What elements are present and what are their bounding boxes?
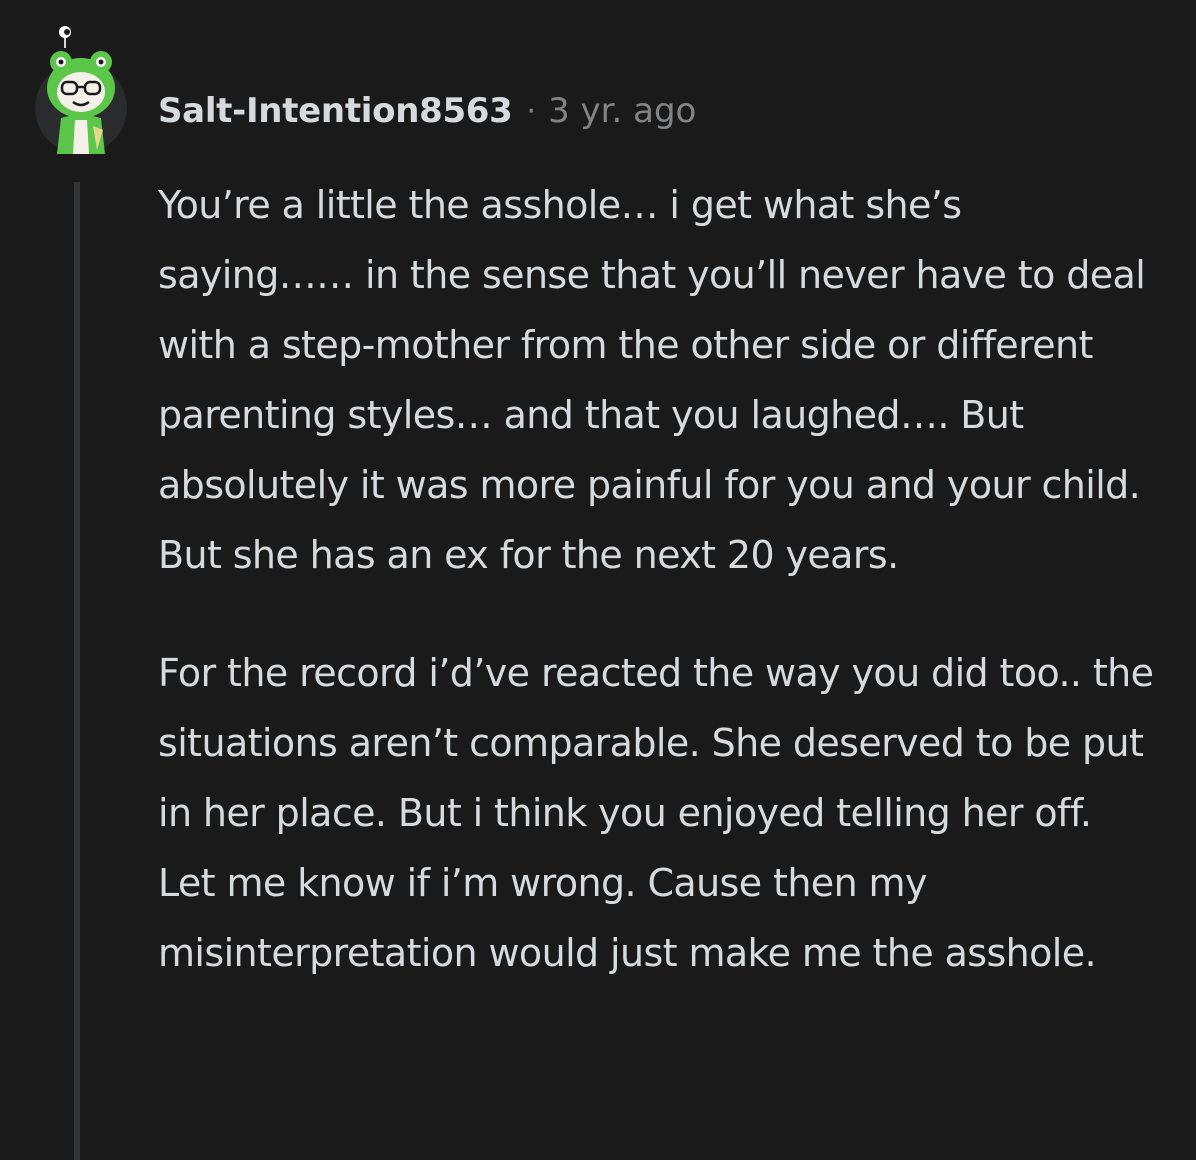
comment-paragraph: You’re a little the asshole… i get what …	[158, 183, 1146, 577]
comment-header: Salt-Intention8563 · 3 yr. ago	[158, 88, 696, 134]
comment-body: You’re a little the asshole… i get what …	[158, 170, 1158, 988]
comment: Salt-Intention8563 · 3 yr. ago You’re a …	[0, 0, 1196, 1160]
comment-timestamp[interactable]: 3 yr. ago	[548, 91, 696, 131]
author-username[interactable]: Salt-Intention8563	[158, 91, 513, 131]
avatar[interactable]	[35, 26, 127, 154]
meta-separator: ·	[526, 93, 537, 129]
thread-collapse-line[interactable]	[74, 182, 80, 1160]
frog-hood-avatar-icon	[47, 26, 115, 154]
comment-paragraph: For the record i’d’ve reacted the way yo…	[158, 651, 1154, 975]
